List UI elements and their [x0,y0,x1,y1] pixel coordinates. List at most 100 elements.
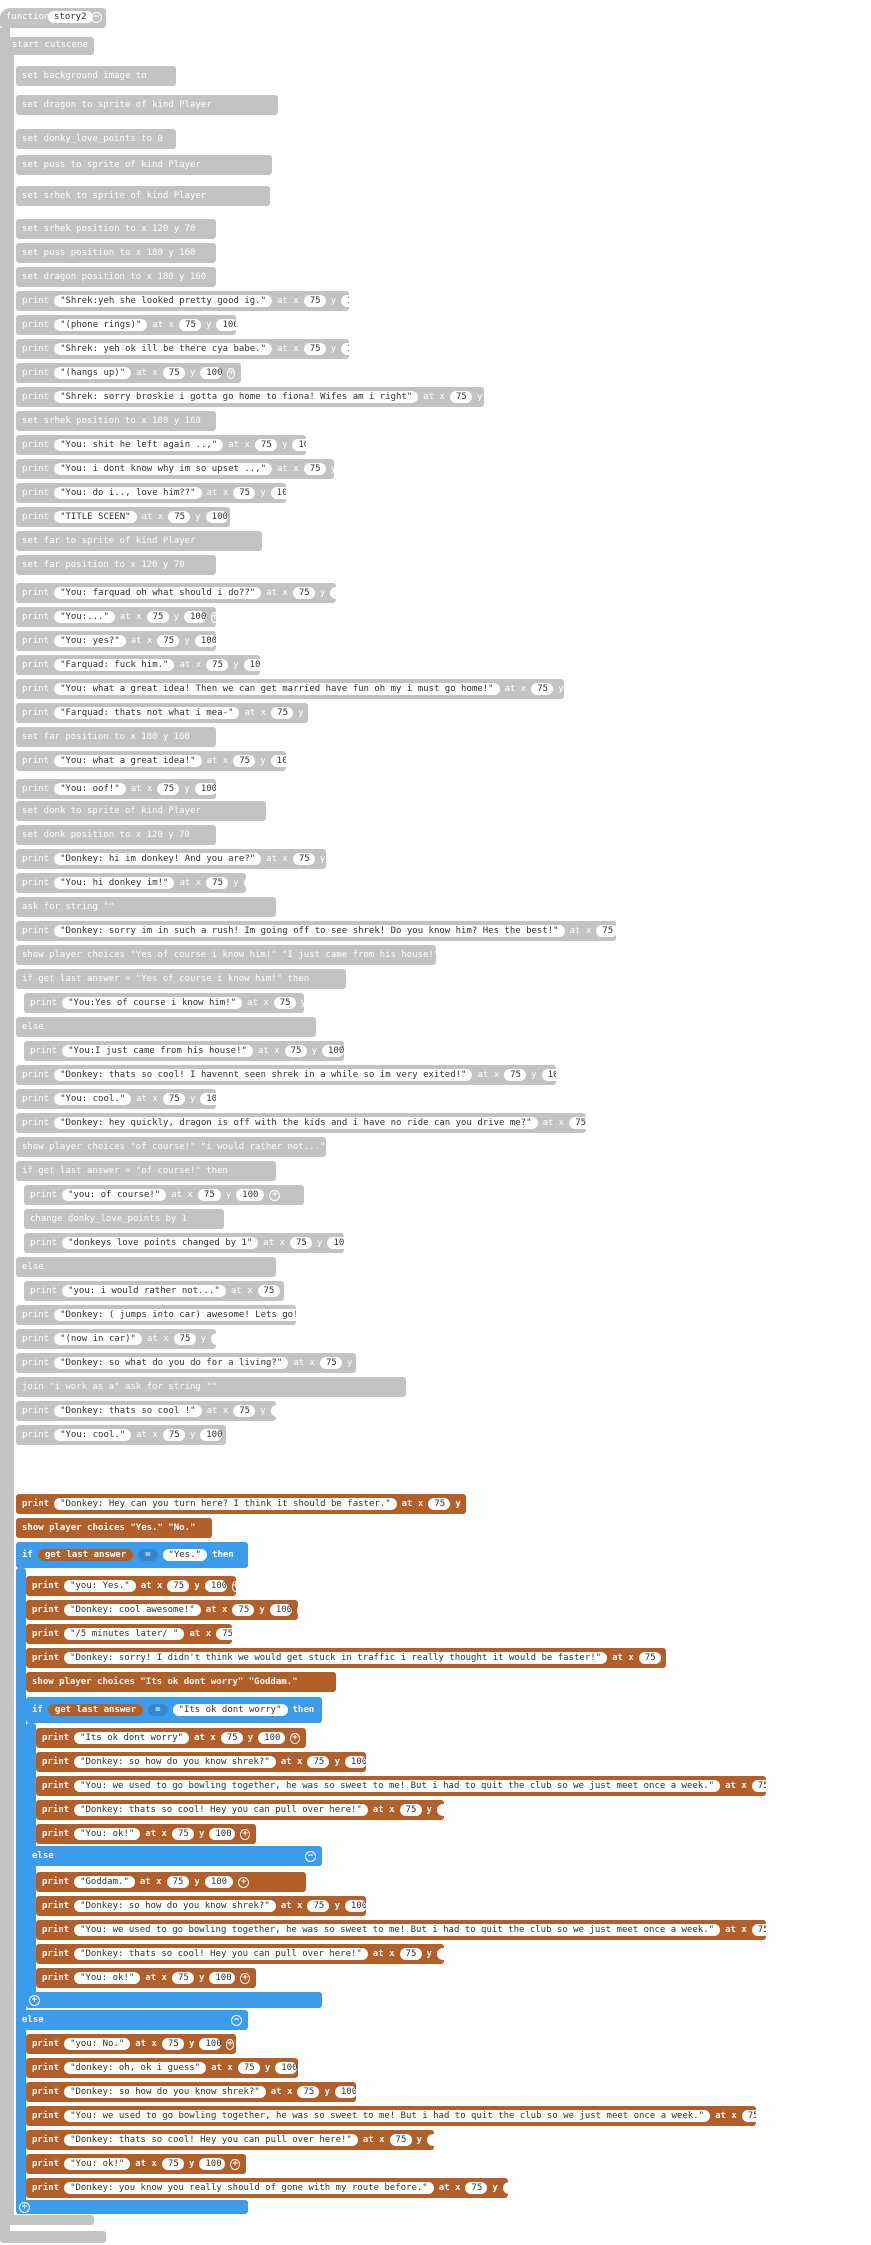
collapse-else-icon[interactable]: − [231,2014,242,2026]
print-x-value[interactable]: 75 [449,391,472,403]
print-block[interactable]: print "Shrek: yeh ok ill be there cya bab… [16,339,349,359]
print-y-value[interactable]: 100 [344,1756,366,1768]
print-x-value[interactable]: 75 [173,1333,196,1345]
print-x-value[interactable]: 75 [171,1972,194,1984]
print-block[interactable]: print "You: ok!" at x 75 y 100 + [36,1968,256,1988]
print-string-value[interactable]: "Donkey: hey quickly, dragon is off with… [54,1117,538,1129]
print-x-value[interactable]: 75 [569,1117,586,1129]
print-x-value[interactable]: 75 [751,1780,766,1792]
print-y-value[interactable]: 100 [243,659,260,671]
print-y-value[interactable]: 100 [194,635,216,647]
print-string-value[interactable]: "Shrek:yeh she looked pretty good ig." [54,295,272,307]
print-x-value[interactable]: 75 [237,2062,260,2074]
function-remove-icon[interactable]: − [91,12,102,23]
print-string-value[interactable]: "Donkey: thats so cool! Hey you can pull… [64,2134,358,2146]
print-x-value[interactable]: 75 [465,2182,488,2194]
print-x-value[interactable]: 75 [319,1357,342,1369]
print-y-value[interactable]: 100 [327,1237,344,1249]
print-block[interactable]: print "you: No." at x 75 y 100 + [26,2034,236,2054]
print-string-value[interactable]: "Donkey: thats so cool !" [54,1405,202,1417]
print-block[interactable]: print "Donkey: cool awesome!" at x 75 y 100 + [26,1600,298,1620]
print-string-value[interactable]: "Donkey: thats so cool! Hey you can pull… [74,1948,368,1960]
print-y-value[interactable]: 100 [204,1876,234,1888]
print-string-value[interactable]: "You: ok!" [64,2158,131,2170]
function-name[interactable]: story2 [48,11,93,23]
statement-choice[interactable]: show player choices "of course!" "i woul… [16,1137,326,1157]
print-string-value[interactable]: "(now in car)" [54,1333,142,1345]
print-string-value[interactable]: "/5 minutes later/ " [64,1628,185,1640]
print-x-value[interactable]: 75 [292,853,315,865]
inner-if-block[interactable]: if get last answer = "Its ok dont worry" the… [26,1697,322,1723]
print-string-value[interactable]: "donkey: oh, ok i guess" [64,2062,207,2074]
print-x-value[interactable]: 75 [292,587,315,599]
print-block[interactable]: print "donkeys love points changed by 1" a… [24,1233,344,1253]
print-block[interactable]: print"TITLE SCEEN"at x75y100+ [16,507,230,527]
print-block[interactable]: print "Donkey: thats so cool! Hey you can… [26,2130,434,2150]
print-y-value[interactable]: 100 [209,1828,236,1840]
print-block[interactable]: print "Shrek: sorry broskie i gotta go ho… [16,387,484,407]
print-string-value[interactable]: "Shrek: sorry broskie i gotta go home to… [54,391,419,403]
print-string-value[interactable]: "Its ok dont worry" [74,1732,190,1744]
print-block[interactable]: print"You: oof!"at x75y100+ [16,779,216,799]
print-block[interactable]: print "Donkey: hi im donkey! And you are?… [16,849,326,869]
statement-print[interactable]: ask for string "" [16,897,276,917]
print-block[interactable]: print "You: farquad oh what should i do??… [16,583,336,603]
print-y-value[interactable]: 100 [200,1093,216,1105]
print-y-value[interactable]: 100 [243,877,246,889]
print-y-value[interactable]: 100 [541,1069,556,1081]
print-block[interactable]: print "You: shit he left again ..," at x 75… [16,435,306,455]
print-y-value[interactable]: 100 [426,2134,434,2146]
print-string-value[interactable]: "Donkey: so how do you know shrek?" [64,2086,266,2098]
print-block[interactable]: print "you: of course!" at x 75 y 100 + [24,1185,304,1205]
print-y-value[interactable]: 100 [199,2038,222,2050]
statement-else[interactable]: else [16,1257,276,1277]
outer-else-block[interactable]: else − [16,2010,248,2030]
print-y-value[interactable]: 100 [200,367,223,379]
print-string-value[interactable]: "(hangs up)" [54,367,132,379]
print-x-value[interactable]: 75 [197,1189,221,1201]
add-argument-icon[interactable]: + [231,1580,236,1592]
print-x-value[interactable]: 75 [168,511,191,523]
print-block[interactable]: print "Donkey: so how do you know shrek?"… [26,2082,356,2102]
if-block[interactable]: if get last answer = "Yes." then [16,1542,248,1568]
print-x-value[interactable]: 75 [233,755,256,767]
statement-pos[interactable]: set srhek position to x 180 y 160 [16,411,216,431]
print-block[interactable]: print"You: cool."at x75y100+ [16,1425,226,1445]
print-x-value[interactable]: 75 [297,2086,320,2098]
print-x-value[interactable]: 75 [232,1604,255,1616]
print-x-value[interactable]: 75 [167,1580,190,1592]
print-string-value[interactable]: "Shrek: yeh ok ill be there cya babe." [54,343,272,355]
print-x-value[interactable]: 75 [146,611,169,623]
print-y-value[interactable]: 100 [502,2182,508,2194]
show-player-choices-block[interactable]: show player choices "Yes." "No." [16,1518,212,1538]
compare-operator-dropdown[interactable]: = [148,1704,168,1716]
print-string-value[interactable]: "You: we used to go bowling together, he… [74,1924,721,1936]
print-string-value[interactable]: "You: farquad oh what should i do??" [54,587,262,599]
print-x-value[interactable]: 75 [161,2038,184,2050]
add-argument-icon[interactable]: + [296,1604,298,1616]
print-block[interactable]: print "You: do i.., love him??" at x 75 y 100… [16,483,286,503]
print-y-value[interactable]: 100 [183,611,206,623]
print-string-value[interactable]: "Donkey: Hey can you turn here? I think … [54,1498,397,1510]
add-argument-icon[interactable]: + [240,1972,250,1984]
print-y-value[interactable]: 100 [258,1732,285,1744]
print-x-value[interactable]: 75 [216,1628,232,1640]
print-string-value[interactable]: "Donkey: so what do you do for a living?… [54,1357,289,1369]
print-y-value[interactable]: 100 [270,755,286,767]
add-argument-icon[interactable]: + [238,1876,250,1888]
print-x-value[interactable]: 75 [303,343,326,355]
print-y-value[interactable]: 100 [194,783,216,795]
print-string-value[interactable]: "You: cool." [54,1429,132,1441]
print-string-value[interactable]: "Donkey: hi im donkey! And you are?" [54,853,262,865]
print-block[interactable]: print "Goddam." at x 75 y 100 + [36,1872,306,1892]
print-x-value[interactable]: 75 [741,2110,756,2122]
print-x-value[interactable]: 75 [257,1285,280,1297]
print-x-value[interactable]: 75 [157,635,180,647]
print-string-value[interactable]: "You:I just came from his house!" [62,1045,253,1057]
print-string-value[interactable]: "Donkey: so how do you know shrek?" [74,1756,276,1768]
statement-pos[interactable]: set far position to x 180 y 160 [16,727,216,747]
print-x-value[interactable]: 75 [233,1405,256,1417]
print-string-value[interactable]: "Donkey: thats so cool! I havennt seen s… [54,1069,473,1081]
print-block[interactable]: print "Donkey: so how do you know shrek?"… [36,1752,366,1772]
print-x-value[interactable]: 75 [206,659,229,671]
